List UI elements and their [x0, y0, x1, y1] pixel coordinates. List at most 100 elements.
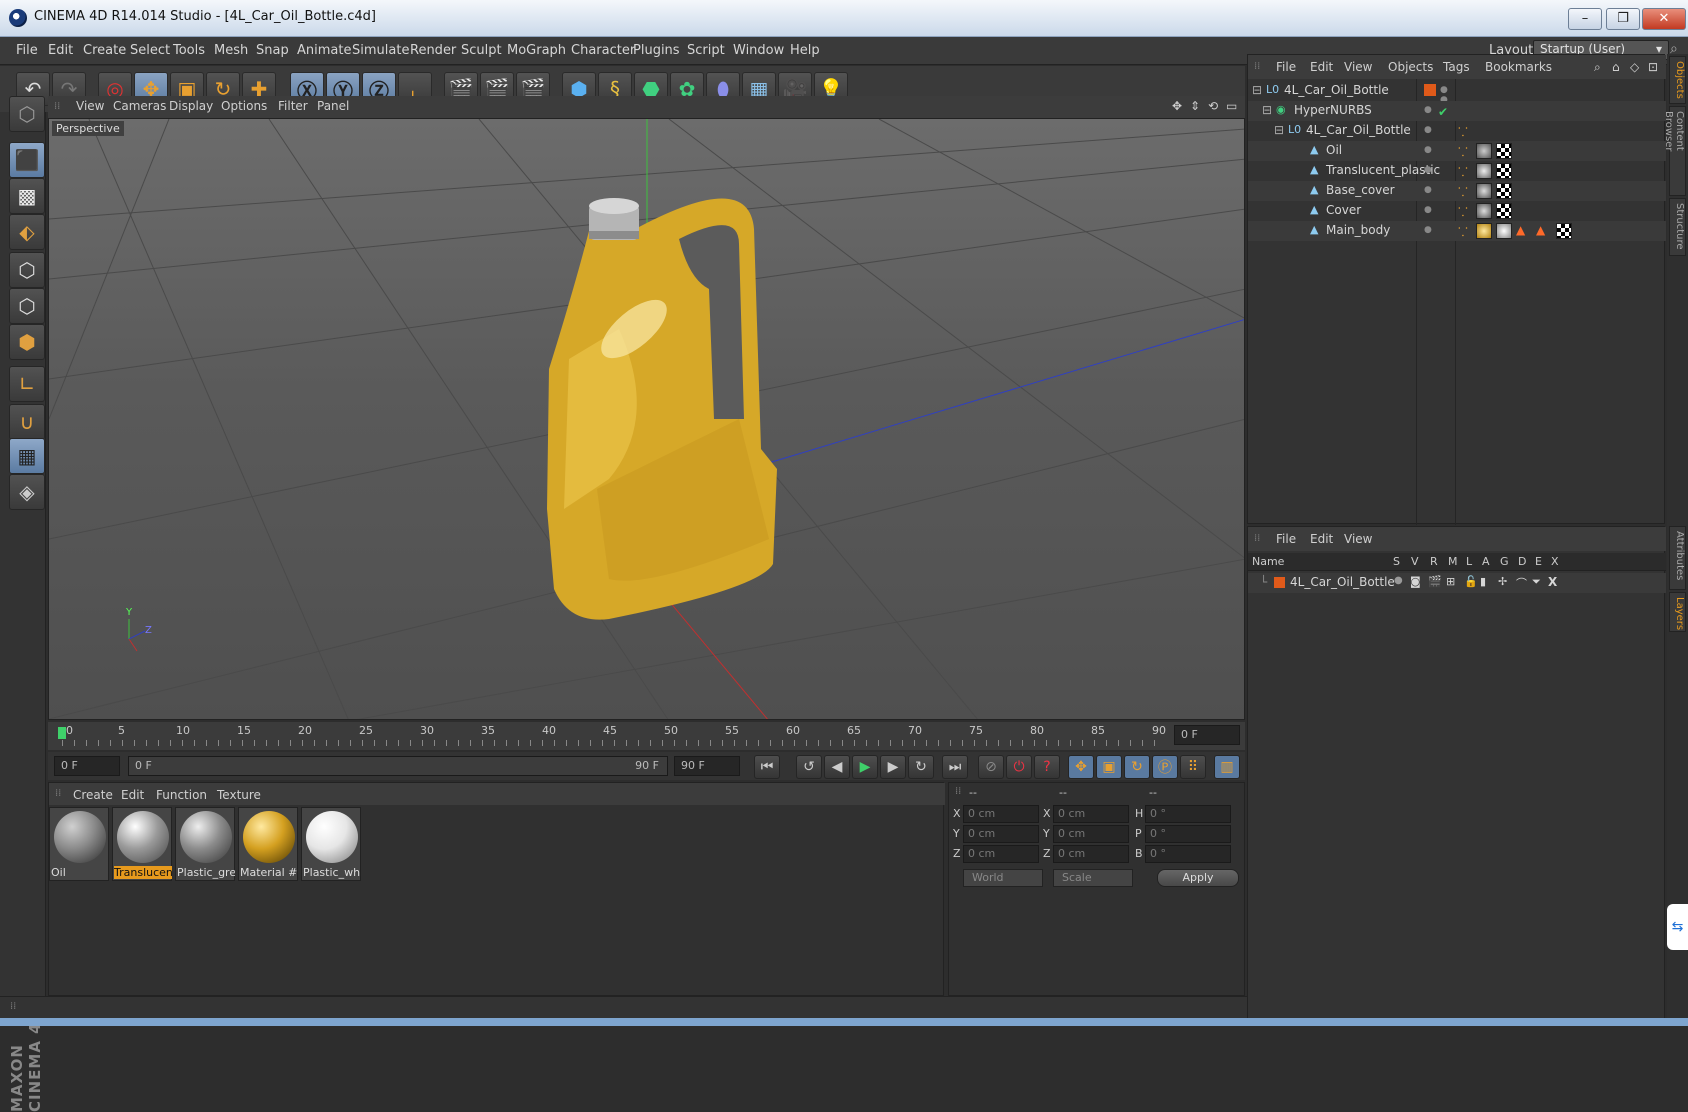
menu-animate[interactable]: Animate	[297, 43, 351, 58]
uvw-tag-icon[interactable]	[1496, 203, 1512, 219]
menu-create[interactable]: Create	[83, 43, 126, 58]
viewport-menu-filter[interactable]: Filter	[278, 99, 308, 113]
rotation-b-field[interactable]: 0 °	[1145, 845, 1231, 863]
drag-handle-icon[interactable]: ⁞⁞	[1254, 533, 1260, 544]
material-tag-icon[interactable]	[1496, 223, 1512, 239]
visibility-dots-icon[interactable]: ●	[1424, 125, 1446, 137]
material-menu-texture[interactable]: Texture	[217, 788, 261, 802]
tab-layers[interactable]: Layers	[1669, 592, 1686, 632]
make-editable-icon[interactable]: ⬡	[9, 96, 45, 132]
menu-script[interactable]: Script	[687, 43, 725, 58]
material-tag-icon[interactable]	[1476, 223, 1492, 239]
phong-tag-icon[interactable]: ⸪	[1458, 163, 1474, 179]
perspective-viewport[interactable]: Perspective Y Z	[48, 118, 1245, 720]
phong-tag-icon[interactable]: ⸪	[1458, 183, 1474, 199]
layer-menu-edit[interactable]: Edit	[1310, 532, 1333, 546]
selection-tag-icon[interactable]: ▲	[1516, 223, 1532, 239]
phong-tag-icon[interactable]: ⸪	[1458, 143, 1474, 159]
object-row[interactable]: ⊟ ◉ HyperNURBS ● ✔	[1248, 101, 1666, 121]
menu-mesh[interactable]: Mesh	[214, 43, 248, 58]
previous-key-icon[interactable]: ↺	[796, 755, 822, 779]
keyframe-selection-icon[interactable]: ?	[1034, 755, 1060, 779]
size-y-field[interactable]: 0 cm	[1053, 825, 1129, 843]
menu-window[interactable]: Window	[733, 43, 784, 58]
uvw-tag-icon[interactable]	[1496, 183, 1512, 199]
xref-toggle-icon[interactable]: Ⅹ	[1548, 575, 1557, 589]
object-menu-tags[interactable]: Tags	[1443, 60, 1470, 74]
object-row[interactable]: ⊟ L0 4L_Car_Oil_Bottle ● ●	[1248, 81, 1666, 105]
viewport-zoom-icon[interactable]: ⇕	[1190, 99, 1200, 113]
record-keys-icon[interactable]: ⊘	[978, 755, 1004, 779]
rotation-p-field[interactable]: 0 °	[1145, 825, 1231, 843]
key-scale-icon[interactable]: ▣	[1096, 755, 1122, 779]
minimize-button[interactable]: –	[1568, 8, 1602, 30]
material-tag-icon[interactable]	[1476, 163, 1492, 179]
object-row[interactable]: ▲ Cover ● ⸪	[1248, 201, 1666, 221]
restore-button[interactable]: ❐	[1606, 8, 1640, 30]
layer-column-render[interactable]: R	[1430, 555, 1438, 568]
material-menu-create[interactable]: Create	[73, 788, 113, 802]
texture-mode-icon[interactable]: ▩	[9, 178, 45, 214]
menu-plugins[interactable]: Plugins	[633, 43, 680, 58]
menu-simulate[interactable]: Simulate	[352, 43, 409, 58]
tab-objects[interactable]: Objects	[1669, 56, 1686, 104]
menu-help[interactable]: Help	[790, 43, 820, 58]
object-row[interactable]: ▲ Base_cover ● ⸪	[1248, 181, 1666, 201]
material-tag-icon[interactable]	[1476, 203, 1492, 219]
apply-button[interactable]: Apply	[1157, 869, 1239, 887]
previous-frame-icon[interactable]: ◀	[824, 755, 850, 779]
layer-color-icon[interactable]	[1274, 577, 1285, 588]
layer-row[interactable]: └ 4L_Car_Oil_Bottle ● ◙ 🎬 ⊞ 🔓 ▮ ✢ ⌒ ⏷ Ⅹ	[1248, 573, 1666, 593]
edges-mode-icon[interactable]: ⬡	[9, 288, 45, 324]
size-mode-dropdown[interactable]: Scale	[1053, 869, 1133, 887]
drag-handle-icon[interactable]: ⁞⁞	[1254, 61, 1260, 72]
tree-collapse-icon[interactable]: ⊟	[1262, 103, 1272, 117]
uvw-tag-icon[interactable]	[1556, 223, 1572, 239]
viewport-menu-cameras[interactable]: Cameras	[113, 99, 166, 113]
deformer-toggle-icon[interactable]: ⌒	[1516, 575, 1527, 591]
timeline-ruler[interactable]: 0 5 10 15 20 25 30 35 40 45 50 55 60 65 …	[48, 722, 1245, 750]
visibility-dots-icon[interactable]: ●	[1424, 165, 1446, 177]
viewport-toggle-icon[interactable]: ▭	[1226, 99, 1237, 113]
snap-magnet-icon[interactable]: ∪	[9, 404, 45, 440]
tab-structure[interactable]: Structure	[1669, 198, 1686, 256]
material-swatch[interactable]: Plastic_grey	[175, 807, 235, 881]
visibility-dots-icon[interactable]: ●	[1424, 145, 1446, 157]
viewport-pan-icon[interactable]: ✥	[1172, 99, 1182, 113]
end-frame-field[interactable]: 90 F	[674, 756, 740, 776]
position-z-field[interactable]: 0 cm	[963, 845, 1039, 863]
tab-attributes[interactable]: Attributes	[1669, 526, 1686, 590]
generator-toggle-icon[interactable]: ✢	[1498, 575, 1507, 588]
start-frame-field[interactable]: 0 F	[54, 756, 120, 776]
viewport-menu-panel[interactable]: Panel	[317, 99, 349, 113]
drag-handle-icon[interactable]: ⁞⁞	[55, 788, 61, 799]
workplane-lock-icon[interactable]: ▦	[9, 438, 45, 474]
object-row[interactable]: ▲ Oil ● ⸪	[1248, 141, 1666, 161]
layer-column-solo[interactable]: S	[1393, 555, 1400, 568]
workplane-mode-icon[interactable]: ⬖	[9, 214, 45, 250]
menu-render[interactable]: Render	[410, 43, 456, 58]
material-swatch[interactable]: Oil	[49, 807, 109, 881]
viewport-rotate-icon[interactable]: ⟲	[1208, 99, 1218, 113]
material-tag-icon[interactable]	[1476, 143, 1492, 159]
lock-toggle-icon[interactable]: 🔓	[1464, 575, 1478, 588]
axis-mode-icon[interactable]: ∟	[9, 366, 45, 402]
coordinate-space-dropdown[interactable]: World	[963, 869, 1043, 887]
phong-tag-icon[interactable]: ⸪	[1458, 123, 1474, 139]
layer-column-manager[interactable]: M	[1448, 555, 1458, 568]
layer-column-view[interactable]: V	[1411, 555, 1419, 568]
visibility-dots-icon[interactable]: ●	[1424, 205, 1446, 217]
tab-content-browser[interactable]: Content Browser	[1663, 106, 1686, 196]
selection-tag-icon[interactable]: ▲	[1536, 223, 1552, 239]
timeline-window-icon[interactable]: ▥	[1214, 755, 1240, 779]
solo-toggle-icon[interactable]: ●	[1394, 575, 1403, 586]
play-icon[interactable]: ▶	[852, 755, 878, 779]
current-frame-field[interactable]: 0 F	[1174, 725, 1240, 745]
material-tag-icon[interactable]	[1476, 183, 1492, 199]
autokey-icon[interactable]: ⏻	[1006, 755, 1032, 779]
uvw-tag-icon[interactable]	[1496, 163, 1512, 179]
layer-column-generators[interactable]: G	[1500, 555, 1509, 568]
material-swatch[interactable]: Translucent	[112, 807, 172, 881]
viewport-menu-view[interactable]: View	[76, 99, 104, 113]
layer-column-deformers[interactable]: D	[1518, 555, 1526, 568]
